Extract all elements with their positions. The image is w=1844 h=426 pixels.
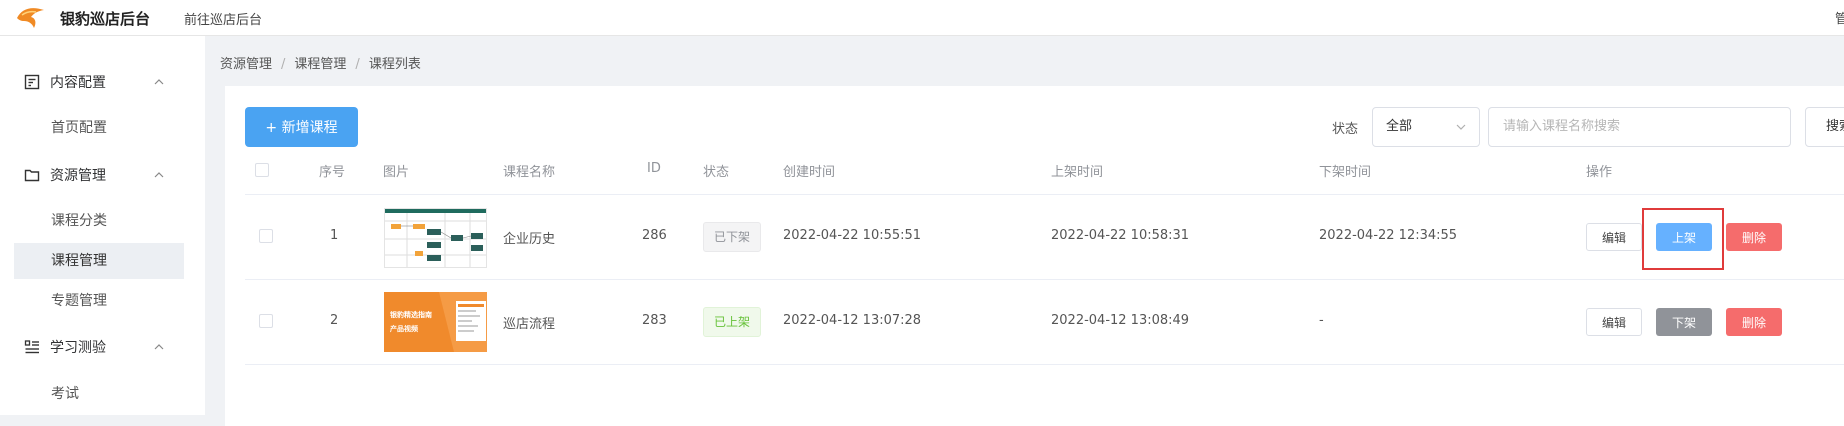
- breadcrumb-separator: /: [281, 57, 286, 72]
- column-header-index: 序号: [319, 165, 346, 180]
- status-badge: 已上架: [703, 307, 762, 337]
- goto-patrol-link[interactable]: 前往巡店后台: [184, 9, 262, 28]
- breadcrumb-item: 课程列表: [368, 57, 421, 72]
- column-header-image: 图片: [383, 165, 410, 180]
- delisted-time: 2022-04-22 12:34:55: [1319, 228, 1458, 243]
- row-divider: [245, 364, 1844, 365]
- sidebar-item-course-category[interactable]: 课程分类: [14, 203, 184, 239]
- search-button[interactable]: 搜索: [1805, 107, 1844, 147]
- status-filter-label: 状态: [1332, 122, 1359, 137]
- row-index: 2: [330, 313, 339, 328]
- row-divider: [245, 279, 1844, 280]
- delete-button[interactable]: 删除: [1726, 308, 1782, 336]
- flowchart-thumbnail-icon: [384, 208, 487, 268]
- delisted-time: -: [1319, 313, 1324, 328]
- document-icon: [24, 74, 40, 90]
- row-index: 1: [330, 228, 339, 243]
- sidebar-group-resource-manage[interactable]: 资源管理: [0, 155, 205, 195]
- sidebar-group-label: 学习测验: [50, 340, 106, 356]
- list-icon: [24, 340, 39, 354]
- thumbnail-title: 银豹精选指南: [390, 311, 432, 319]
- chevron-down-icon: [1456, 124, 1466, 130]
- highlight-box: [1642, 208, 1724, 270]
- add-course-button[interactable]: + 新增课程: [245, 107, 358, 147]
- column-header-status: 状态: [703, 165, 730, 180]
- column-header-created: 创建时间: [783, 165, 836, 180]
- course-name: 企业历史: [503, 232, 556, 247]
- status-select[interactable]: 全部: [1372, 107, 1480, 147]
- chevron-up-icon: [154, 344, 164, 350]
- chevron-up-icon: [154, 172, 164, 178]
- sidebar-group-label: 资源管理: [50, 168, 106, 184]
- column-header-listed: 上架时间: [1051, 165, 1104, 180]
- folder-icon: [24, 169, 40, 182]
- sidebar-group-content-config[interactable]: 内容配置: [0, 62, 205, 102]
- breadcrumb: 资源管理 / 课程管理 / 课程列表: [220, 53, 421, 72]
- delete-button[interactable]: 删除: [1726, 223, 1782, 251]
- sidebar-item-home-config[interactable]: 首页配置: [14, 110, 184, 146]
- course-name: 巡店流程: [503, 317, 556, 332]
- edit-button[interactable]: 编辑: [1586, 223, 1642, 251]
- leopard-logo-icon: [17, 8, 44, 29]
- top-header: 银豹巡店后台 前往巡店后台 管: [0, 0, 1844, 36]
- column-header-id: ID: [647, 161, 661, 176]
- column-header-actions: 操作: [1586, 165, 1613, 180]
- user-menu[interactable]: 管: [1835, 8, 1844, 27]
- course-search-input[interactable]: 请输入课程名称搜索: [1488, 107, 1791, 147]
- status-badge: 已下架: [703, 222, 762, 252]
- breadcrumb-item[interactable]: 课程管理: [294, 57, 346, 72]
- sidebar-item-course-manage[interactable]: 课程管理: [14, 243, 184, 279]
- breadcrumb-item[interactable]: 资源管理: [220, 57, 272, 72]
- breadcrumb-separator: /: [355, 57, 360, 72]
- row-checkbox[interactable]: [259, 229, 273, 243]
- status-select-value: 全部: [1386, 119, 1413, 134]
- row-checkbox[interactable]: [259, 314, 273, 328]
- sidebar-group-learning-test[interactable]: 学习测验: [0, 327, 205, 367]
- created-time: 2022-04-12 13:07:28: [783, 313, 922, 328]
- chevron-up-icon: [154, 79, 164, 85]
- brand-name: 银豹巡店后台: [60, 10, 151, 28]
- listed-time: 2022-04-22 10:58:31: [1051, 228, 1190, 243]
- edit-button[interactable]: 编辑: [1586, 308, 1642, 336]
- sidebar-group-label: 内容配置: [50, 75, 106, 91]
- orange-banner-thumbnail-icon: 银豹精选指南 产品视频: [384, 292, 487, 352]
- column-header-delisted: 下架时间: [1319, 165, 1372, 180]
- select-all-checkbox[interactable]: [255, 163, 269, 177]
- table-header-divider: [245, 194, 1844, 195]
- column-header-name: 课程名称: [503, 165, 556, 180]
- thumbnail-subtitle: 产品视频: [390, 325, 418, 333]
- created-time: 2022-04-22 10:55:51: [783, 228, 922, 243]
- course-id: 283: [642, 313, 667, 328]
- course-id: 286: [642, 228, 667, 243]
- listed-time: 2022-04-12 13:08:49: [1051, 313, 1190, 328]
- list-off-button[interactable]: 下架: [1656, 308, 1712, 336]
- sidebar-item-topic-manage[interactable]: 专题管理: [14, 283, 184, 319]
- sidebar-item-exam[interactable]: 考试: [14, 376, 184, 412]
